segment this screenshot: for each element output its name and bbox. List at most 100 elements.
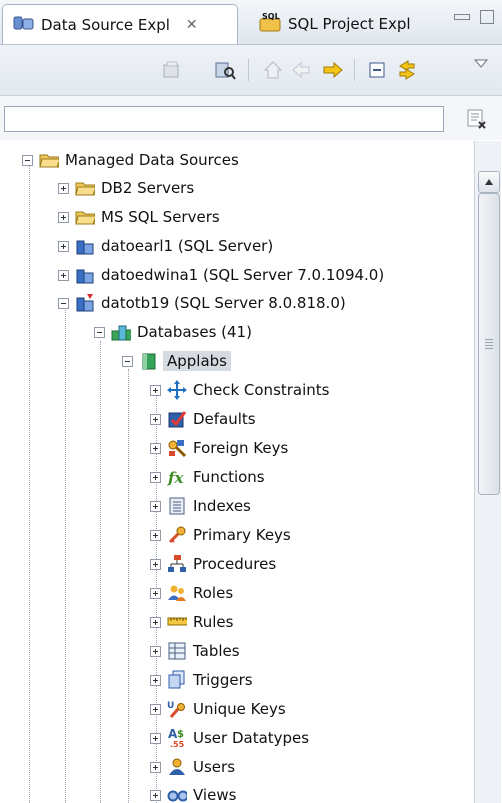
view-menu-icon[interactable] (470, 53, 492, 75)
collapse-all-icon[interactable] (160, 59, 182, 81)
sql-project-icon: SQL (258, 11, 282, 37)
clear-filter-icon[interactable] (466, 108, 488, 130)
collapse-icon[interactable] (366, 59, 388, 81)
home-icon[interactable] (262, 59, 284, 81)
tree-node-indexes[interactable]: Indexes (150, 492, 251, 520)
scroll-up-button[interactable] (478, 171, 500, 193)
tree-node-datoedwina1[interactable]: datoedwina1 (SQL Server 7.0.1094.0) (58, 261, 384, 289)
tree-node-databases[interactable]: Databases (41) (94, 318, 252, 346)
tree-node-ms-sql-servers[interactable]: MS SQL Servers (58, 203, 220, 231)
tree-node-views[interactable]: Views (150, 781, 236, 803)
back-arrow-icon[interactable] (290, 59, 312, 81)
tab-label: Data Source Expl (41, 15, 170, 34)
collapse-toggle[interactable] (122, 355, 133, 367)
tree-node-users[interactable]: Users (150, 753, 235, 781)
database-server-icon (75, 236, 95, 256)
expand-toggle[interactable] (150, 703, 161, 715)
tree-node-datoearl1[interactable]: datoearl1 (SQL Server) (58, 232, 273, 260)
expand-toggle[interactable] (150, 761, 161, 773)
scroll-grip-icon (485, 339, 493, 349)
filter-properties-icon[interactable] (214, 59, 236, 81)
forward-arrow-icon[interactable] (322, 59, 344, 81)
tab-data-source-explorer[interactable]: Data Source Expl ✕ (2, 4, 238, 44)
tree-node-applabs[interactable]: Applabs (122, 347, 231, 375)
foreign-keys-icon (167, 438, 187, 458)
tree-node-procedures[interactable]: Procedures (150, 550, 276, 578)
database-server-icon (75, 265, 95, 285)
expand-toggle[interactable] (150, 616, 161, 628)
tree-node-primary-keys[interactable]: Primary Keys (150, 521, 291, 549)
database-server-connected-icon (75, 293, 95, 313)
svg-text:$: $ (177, 729, 184, 740)
toolbar-separator (248, 59, 249, 81)
maximize-icon[interactable] (480, 10, 494, 24)
svg-text:.55: .55 (170, 740, 185, 749)
filter-bar (0, 96, 502, 140)
collapse-toggle[interactable] (22, 154, 33, 166)
tree-node-label-selected: Applabs (163, 351, 231, 371)
tree-node-label: Foreign Keys (193, 439, 289, 457)
expand-toggle[interactable] (150, 558, 161, 570)
tree-node-defaults[interactable]: Defaults (150, 405, 256, 433)
vertical-scrollbar[interactable] (474, 141, 501, 803)
tree-node-managed-data-sources[interactable]: Managed Data Sources (22, 146, 239, 174)
expand-toggle[interactable] (150, 500, 161, 512)
folder-open-icon (39, 150, 59, 170)
expand-toggle[interactable] (150, 587, 161, 599)
expand-toggle[interactable] (150, 413, 161, 425)
database-icon (139, 351, 159, 371)
tree-guide-line (128, 369, 129, 803)
tree-node-functions[interactable]: fx Functions (150, 463, 265, 491)
tree-node-rules[interactable]: Rules (150, 608, 233, 636)
expand-toggle[interactable] (58, 211, 69, 223)
tree-node-db2-servers[interactable]: DB2 Servers (58, 174, 194, 202)
function-icon: fx (167, 467, 187, 487)
tree-node-label: Tables (193, 642, 240, 660)
tree-node-label: Rules (193, 613, 234, 631)
close-icon[interactable]: ✕ (186, 17, 198, 33)
user-icon (167, 757, 187, 777)
tree-node-foreign-keys[interactable]: Foreign Keys (150, 434, 288, 462)
tree-node-label: Check Constraints (193, 381, 330, 399)
tree-node-check-constraints[interactable]: Check Constraints (150, 376, 330, 404)
tree-node-label: Roles (193, 584, 234, 602)
user-datatypes-icon: A $ .55 (167, 727, 187, 749)
expand-toggle[interactable] (150, 471, 161, 483)
tree-node-label: Defaults (193, 410, 256, 428)
tree-node-label: Functions (193, 468, 265, 486)
expand-toggle[interactable] (150, 645, 161, 657)
expand-toggle[interactable] (150, 789, 161, 801)
tree-node-datotb19[interactable]: datotb19 (SQL Server 8.0.818.0) (58, 289, 346, 317)
tab-sql-project-explorer[interactable]: SQL SQL Project Expl (248, 4, 424, 44)
expand-toggle[interactable] (150, 732, 161, 744)
tree-node-label: Managed Data Sources (65, 151, 239, 169)
tree-node-roles[interactable]: Roles (150, 579, 233, 607)
expand-toggle[interactable] (150, 529, 161, 541)
tree-node-user-datatypes[interactable]: A $ .55 User Datatypes (150, 724, 309, 752)
tree-node-label: datoedwina1 (SQL Server 7.0.1094.0) (101, 266, 385, 284)
tree-node-triggers[interactable]: Triggers (150, 666, 253, 694)
tree-node-tables[interactable]: Tables (150, 637, 240, 665)
link-editor-icon[interactable] (396, 59, 418, 81)
collapse-toggle[interactable] (58, 297, 69, 309)
folder-icon (75, 178, 95, 198)
filter-input[interactable] (4, 106, 444, 132)
tree-node-label: Views (193, 786, 237, 803)
minimize-icon[interactable] (454, 14, 470, 20)
tree-node-label: Unique Keys (193, 700, 286, 718)
collapse-toggle[interactable] (94, 326, 105, 338)
expand-toggle[interactable] (150, 674, 161, 686)
expand-toggle[interactable] (58, 240, 69, 252)
expand-toggle[interactable] (58, 269, 69, 281)
window-controls (454, 10, 494, 24)
primary-key-icon (167, 525, 187, 545)
scrollbar-thumb[interactable] (478, 193, 500, 495)
tree-node-label: Indexes (193, 497, 251, 515)
expand-toggle[interactable] (58, 182, 69, 194)
procedures-icon (167, 554, 187, 574)
tree-node-label: DB2 Servers (101, 179, 195, 197)
svg-text:fx: fx (167, 469, 184, 487)
expand-toggle[interactable] (150, 442, 161, 454)
tree-node-unique-keys[interactable]: U Unique Keys (150, 695, 286, 723)
expand-toggle[interactable] (150, 384, 161, 396)
